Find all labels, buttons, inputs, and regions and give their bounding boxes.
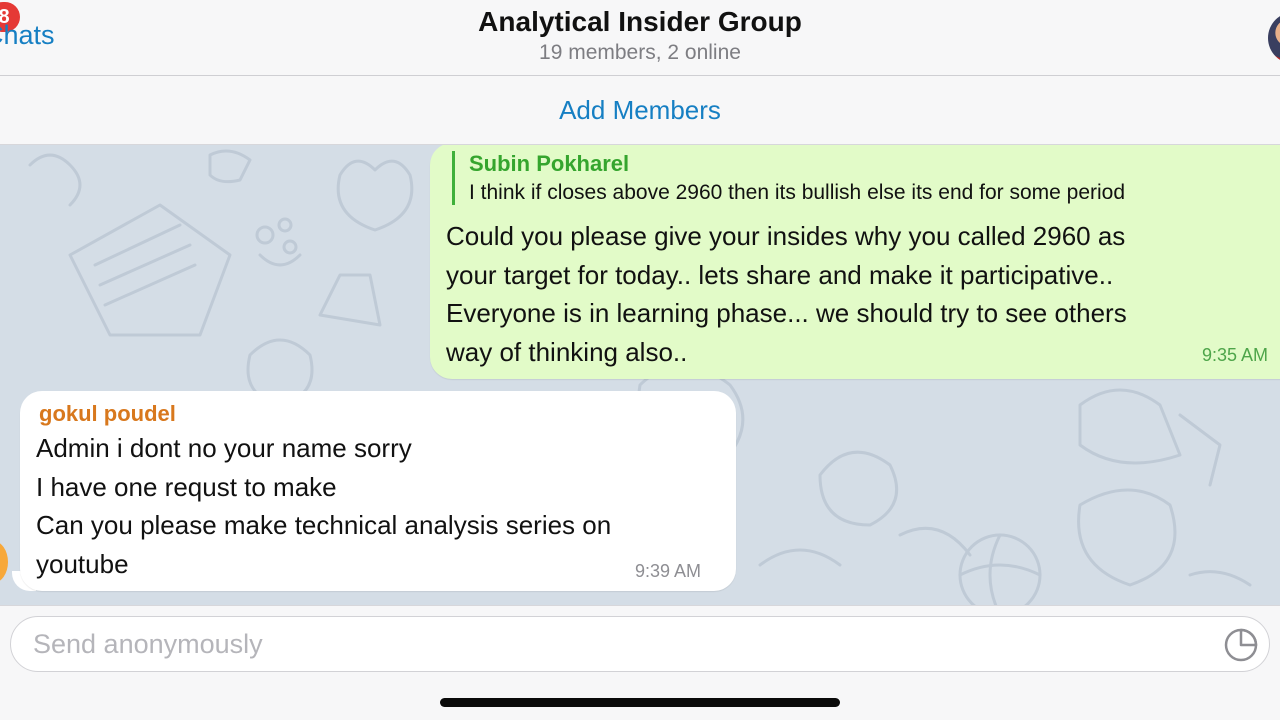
message-line: Could you please give your insides why y… bbox=[446, 221, 1126, 251]
group-title[interactable]: Analytical Insider Group bbox=[0, 6, 1280, 38]
message-text: Could you please give your insides why y… bbox=[446, 217, 1276, 371]
message-line: youtube bbox=[36, 548, 129, 579]
reply-quote[interactable]: Subin Pokharel I think if closes above 2… bbox=[452, 151, 1280, 205]
message-timestamp: 9:35 AM bbox=[1202, 345, 1269, 365]
message-list[interactable]: Subin Pokharel I think if closes above 2… bbox=[0, 145, 1280, 605]
message-line: your target for today.. lets share and m… bbox=[446, 259, 1114, 290]
composer-bar: Send anonymously bbox=[0, 605, 1280, 720]
message-timestamp: 9:39 AM bbox=[635, 561, 702, 581]
sticker-icon[interactable] bbox=[1223, 627, 1259, 663]
reply-author: Subin Pokharel bbox=[469, 151, 630, 176]
group-member-status: 19 members, 2 online bbox=[539, 41, 741, 64]
message-input-placeholder: Send anonymously bbox=[33, 629, 263, 659]
add-members-button[interactable]: Add Members bbox=[559, 95, 721, 126]
message-line: Everyone is in learning phase... we shou… bbox=[446, 298, 1127, 328]
add-members-bar: Add Members bbox=[0, 76, 1280, 145]
incoming-message-bubble[interactable]: gokul poudel Admin i dont no your name s… bbox=[20, 391, 736, 591]
message-input[interactable]: Send anonymously bbox=[10, 616, 1270, 672]
message-line: Admin i dont no your name sorry bbox=[36, 433, 412, 463]
reply-text: I think if closes above 2960 then its bu… bbox=[469, 181, 1126, 204]
message-line: I have one requst to make bbox=[36, 471, 337, 502]
telegram-chat-screen: 8 Chats Analytical Insider Group 19 memb… bbox=[0, 0, 1280, 720]
message-text: Admin i dont no your name sorry I have o… bbox=[36, 429, 726, 583]
home-indicator bbox=[440, 698, 840, 707]
chat-header: 8 Chats Analytical Insider Group 19 memb… bbox=[0, 0, 1280, 76]
sender-name[interactable]: gokul poudel bbox=[39, 401, 176, 427]
message-line: Can you please make technical analysis s… bbox=[36, 510, 612, 540]
outgoing-message-bubble[interactable]: Subin Pokharel I think if closes above 2… bbox=[430, 145, 1280, 379]
message-line: way of thinking also.. bbox=[446, 336, 688, 367]
